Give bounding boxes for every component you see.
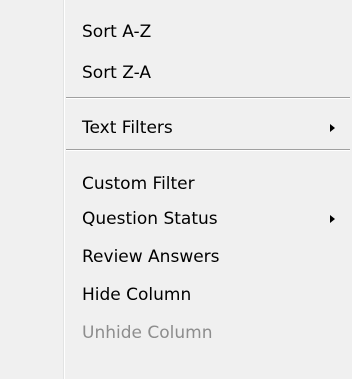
menu-item-label: Sort Z-A [82,63,151,83]
menu-item-label: Review Answers [82,247,220,267]
menu-icon-gutter [0,0,63,379]
menu-separator [66,97,350,99]
menu-item-label: Hide Column [82,285,192,305]
menu-item-hide-column[interactable]: Hide Column [66,278,352,312]
menu-item-label: Custom Filter [82,174,195,194]
menu-item-label: Text Filters [82,118,173,138]
menu-item-label: Sort A-Z [82,22,152,42]
menu-item-custom-filter[interactable]: Custom Filter [66,167,352,201]
context-menu: Sort A-Z Sort Z-A Text Filters Custom Fi… [0,0,352,379]
chevron-right-icon [330,215,335,223]
menu-item-label: Question Status [82,209,218,229]
chevron-right-icon [330,124,335,132]
menu-item-review-answers[interactable]: Review Answers [66,240,352,274]
menu-separator [66,149,350,151]
menu-item-sort-a-z[interactable]: Sort A-Z [66,15,352,49]
menu-item-sort-z-a[interactable]: Sort Z-A [66,56,352,90]
menu-item-unhide-column: Unhide Column [66,316,352,350]
menu-item-question-status[interactable]: Question Status [66,202,352,236]
menu-item-text-filters[interactable]: Text Filters [66,111,352,145]
gutter-divider-highlight [64,0,65,379]
menu-item-label: Unhide Column [82,323,213,343]
